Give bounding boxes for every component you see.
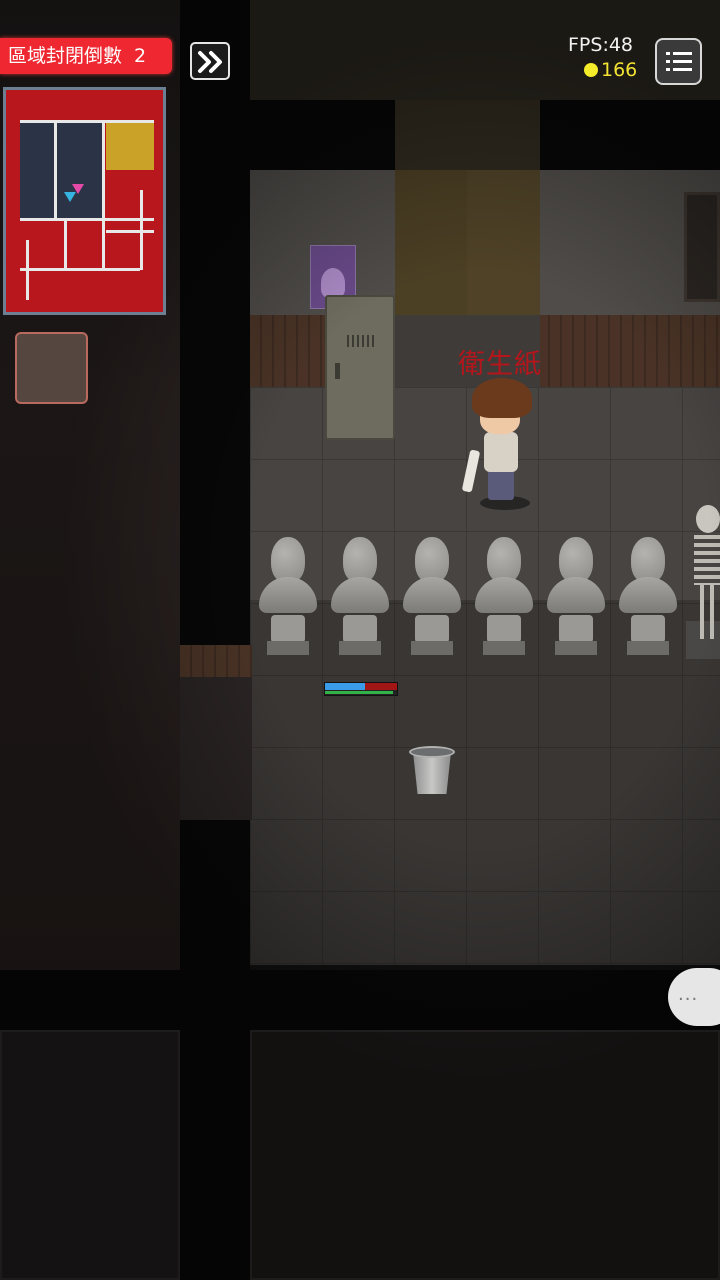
minimap-wall bbox=[54, 120, 57, 218]
minimap-room-highlight bbox=[106, 120, 154, 170]
toilet-paper-item bbox=[461, 449, 481, 493]
coin-amount: 166 bbox=[601, 59, 638, 81]
zone-close-countdown: 區域封閉倒數 2 bbox=[0, 38, 172, 74]
menu-button[interactable] bbox=[655, 38, 702, 85]
plaster-bust bbox=[403, 537, 461, 657]
wall-black-top-left bbox=[250, 100, 395, 170]
wall-black-top-right bbox=[540, 100, 720, 170]
skip-button[interactable] bbox=[190, 42, 230, 80]
plaster-bust bbox=[475, 537, 533, 657]
plaster-bust bbox=[259, 537, 317, 657]
minimap-wall bbox=[20, 218, 154, 221]
minimap-wall bbox=[20, 120, 154, 123]
chat-button[interactable]: ... bbox=[668, 968, 720, 1026]
corridor-top bbox=[250, 0, 720, 100]
player-character bbox=[461, 378, 542, 513]
list-menu-icon bbox=[666, 52, 692, 71]
dark-room-bottom-right bbox=[250, 1030, 720, 1280]
stamina-fill bbox=[325, 691, 393, 694]
double-chevron-right-icon bbox=[198, 51, 222, 73]
fps-counter: FPS:48 bbox=[568, 34, 634, 56]
coin-counter: 166 bbox=[584, 59, 637, 81]
minimap[interactable] bbox=[3, 87, 166, 315]
wall-frame bbox=[684, 192, 720, 302]
minimap-wall bbox=[26, 240, 29, 300]
coin-icon bbox=[584, 63, 598, 77]
minimap-wall bbox=[20, 268, 140, 271]
wall-doorway bbox=[395, 170, 540, 315]
wall-black-vertical-lower bbox=[180, 820, 250, 1280]
doorway-floor bbox=[180, 677, 252, 820]
water-bucket[interactable] bbox=[409, 746, 455, 796]
dark-room-bottom-left bbox=[0, 1030, 180, 1280]
minimap-player-markers-icon bbox=[64, 184, 84, 202]
metal-locker[interactable] bbox=[325, 295, 395, 440]
plaster-bust bbox=[331, 537, 389, 657]
locker-handle bbox=[335, 363, 340, 379]
countdown-label: 區域封閉倒數 bbox=[8, 45, 123, 67]
wall-black-horizontal bbox=[0, 970, 720, 1030]
minimap-wall bbox=[106, 230, 154, 233]
plaster-bust bbox=[547, 537, 605, 657]
inventory-slot[interactable] bbox=[15, 332, 88, 404]
health-missing bbox=[365, 683, 397, 690]
item-name-label: 衛生紙 bbox=[458, 349, 542, 380]
anatomy-skeleton bbox=[686, 505, 720, 659]
minimap-wall bbox=[64, 218, 67, 270]
plaster-bust bbox=[619, 537, 677, 657]
corridor-middle bbox=[395, 100, 540, 170]
locker-vent bbox=[347, 335, 375, 347]
wall-black-vertical-upper bbox=[180, 100, 250, 645]
player-health-bar bbox=[324, 682, 398, 696]
countdown-value: 2 bbox=[134, 45, 147, 67]
doorway-wainscot bbox=[180, 645, 252, 677]
health-fill bbox=[325, 683, 365, 690]
minimap-wall bbox=[102, 120, 105, 270]
minimap-room-current bbox=[20, 120, 102, 218]
